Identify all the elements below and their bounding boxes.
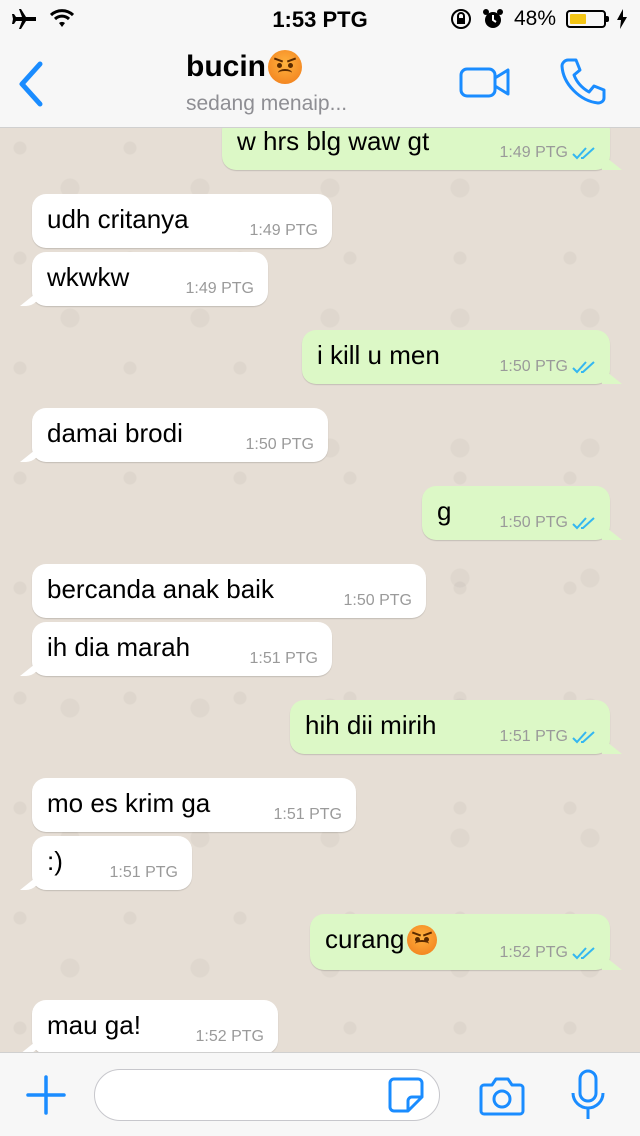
message-bubble-incoming[interactable]: :) 1:51 PTG (32, 836, 192, 890)
contact-name[interactable]: bucin (186, 50, 302, 84)
message-time: 1:52 PTG (499, 944, 568, 961)
message-time: 1:49 PTG (499, 144, 568, 161)
contact-name-label: bucin (186, 50, 266, 83)
message-time: 1:52 PTG (195, 1028, 264, 1045)
message-time: 1:51 PTG (109, 864, 178, 881)
double-check-icon (572, 361, 595, 374)
message-text: damai brodi (47, 418, 183, 448)
message-bubble-incoming[interactable]: damai brodi 1:50 PTG (32, 408, 328, 462)
voice-call-button[interactable] (558, 56, 606, 106)
message-bubble-outgoing[interactable]: curang 1:52 PTG (310, 914, 610, 970)
video-call-icon (459, 67, 510, 98)
orientation-lock-icon (450, 9, 471, 29)
message-bubble-incoming[interactable]: mo es krim ga 1:51 PTG (32, 778, 356, 832)
charging-icon (617, 9, 627, 29)
plus-icon (26, 1075, 66, 1115)
phone-icon (560, 58, 606, 105)
double-check-icon (572, 731, 595, 744)
message-text: hih dii mirih (305, 710, 437, 740)
message-time: 1:51 PTG (499, 728, 568, 745)
message-bubble-outgoing[interactable]: i kill u men 1:50 PTG (302, 330, 610, 384)
message-bubble-outgoing[interactable]: hih dii mirih 1:51 PTG (290, 700, 610, 754)
message-time: 1:50 PTG (499, 514, 568, 531)
message-time: 1:50 PTG (245, 436, 314, 453)
message-bubble-incoming[interactable]: udh critanya 1:49 PTG (32, 194, 332, 248)
contact-status: sedang menaip... (186, 92, 348, 115)
message-text: mo es krim ga (47, 788, 211, 818)
message-text: mau ga! (47, 1010, 141, 1040)
battery-icon (566, 10, 609, 28)
message-bubble-outgoing[interactable]: g 1:50 PTG (422, 486, 610, 540)
message-bubble-incoming[interactable]: mau ga! 1:52 PTG (32, 1000, 278, 1052)
chat-header: bucin sedang menaip... (0, 40, 640, 128)
microphone-button[interactable] (568, 1067, 608, 1125)
message-text: i kill u men (317, 340, 440, 370)
message-text: wkwkw (47, 262, 130, 292)
message-meta: 1:50 PTG (500, 514, 596, 532)
message-content: curang (325, 924, 437, 955)
sticker-button[interactable] (386, 1075, 426, 1115)
message-bubble-incoming[interactable]: wkwkw 1:49 PTG (32, 252, 268, 306)
angry-face-emoji (268, 50, 302, 84)
back-button[interactable] (12, 60, 52, 108)
message-time: 1:50 PTG (343, 592, 412, 609)
battery-percent: 48% (513, 7, 556, 30)
input-bar (0, 1052, 640, 1136)
microphone-icon (571, 1069, 605, 1119)
message-text: curang (325, 924, 405, 954)
message-text: g (437, 496, 452, 526)
message-bubble-incoming[interactable]: bercanda anak baik 1:50 PTG (32, 564, 426, 618)
double-check-icon (572, 147, 595, 160)
message-text: w hrs blg waw gt (237, 128, 430, 156)
chat-area[interactable]: w hrs blg waw gt 1:49 PTG udh critanya 1… (0, 128, 640, 1052)
message-meta: 1:50 PTG (500, 358, 596, 376)
message-text: bercanda anak baik (47, 574, 274, 604)
message-meta: 1:49 PTG (500, 144, 596, 162)
chevron-left-icon (19, 61, 43, 107)
double-check-icon (572, 517, 595, 530)
double-check-icon (572, 947, 595, 960)
angry-face-emoji (406, 924, 437, 955)
message-text: ih dia marah (47, 632, 191, 662)
sticker-icon (388, 1077, 424, 1113)
video-call-button[interactable] (458, 62, 512, 102)
message-bubble-outgoing[interactable]: w hrs blg waw gt 1:49 PTG (222, 128, 610, 170)
message-time: 1:50 PTG (499, 358, 568, 375)
message-time: 1:51 PTG (249, 650, 318, 667)
attach-button[interactable] (24, 1073, 68, 1117)
message-text: udh critanya (47, 204, 189, 234)
message-time: 1:49 PTG (185, 280, 254, 297)
message-text: :) (47, 846, 63, 876)
message-meta: 1:51 PTG (500, 728, 596, 746)
message-time: 1:49 PTG (249, 222, 318, 239)
alarm-icon (482, 9, 503, 28)
message-bubble-incoming[interactable]: ih dia marah 1:51 PTG (32, 622, 332, 676)
camera-icon (479, 1077, 525, 1116)
message-meta: 1:52 PTG (500, 944, 596, 962)
status-bar: 1:53 PTG 48% (0, 0, 640, 40)
status-right-icons: 48% (450, 7, 628, 31)
message-time: 1:51 PTG (273, 806, 342, 823)
camera-button[interactable] (478, 1075, 526, 1117)
